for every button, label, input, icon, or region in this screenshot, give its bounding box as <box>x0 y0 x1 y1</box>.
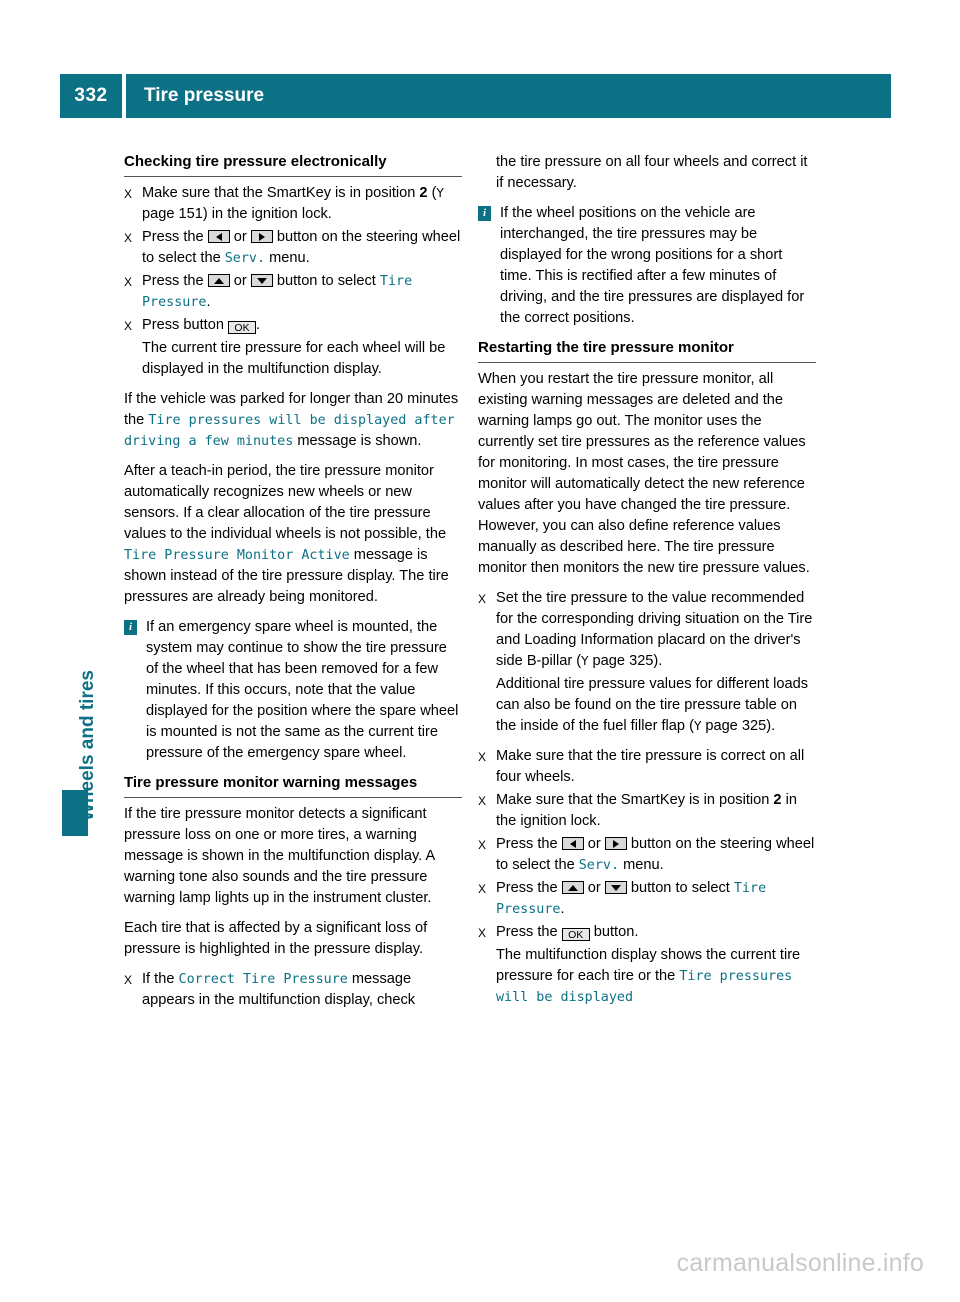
section-heading-restarting: Restarting the tire pressure monitor <box>478 338 816 363</box>
step-text-part: menu. <box>265 250 310 266</box>
step-text-part: menu. <box>619 857 664 873</box>
right-column: the tire pressure on all four wheels and… <box>478 152 816 1017</box>
step-text-part: or <box>229 273 251 289</box>
list-item: X Press the or button to select Tire Pre… <box>478 878 816 920</box>
step-text-bold: 2 <box>773 792 782 808</box>
page-ref-icon: Y <box>436 186 444 200</box>
step-text-part: . <box>206 294 211 310</box>
step-bullet-icon: X <box>124 319 133 333</box>
step-text-part: Make sure that the SmartKey is in positi… <box>496 792 774 808</box>
ok-button-icon: OK <box>228 321 256 334</box>
step-detail-text: Additional tire pressure values for diff… <box>478 674 816 737</box>
paragraph-teachin: After a teach-in period, the tire pressu… <box>124 461 462 608</box>
step-bullet-icon: X <box>124 231 133 245</box>
menu-name-serv: Serv. <box>224 251 266 266</box>
info-note-interchanged: i If the wheel positions on the vehicle … <box>478 203 816 329</box>
paragraph-part: After a teach-in period, the tire pressu… <box>124 463 447 542</box>
list-item: X Press the or button to select Tire Pre… <box>124 271 462 313</box>
step-bullet-icon: X <box>124 275 133 289</box>
page-number: 332 <box>60 74 122 118</box>
step-bullet-icon: X <box>478 926 487 940</box>
step-bullet-icon: X <box>478 794 487 808</box>
list-item: X Make sure that the SmartKey is in posi… <box>124 183 462 225</box>
paragraph-restart: When you restart the tire pressure monit… <box>478 371 810 576</box>
right-arrow-button-icon <box>604 837 627 850</box>
list-item: X Set the tire pressure to the value rec… <box>478 588 816 672</box>
step-bullet-icon: X <box>478 882 487 896</box>
list-item: X Press the or button on the steering wh… <box>478 834 816 876</box>
menu-name-serv: Serv. <box>578 858 620 873</box>
step-text-part: page 325). <box>588 653 663 669</box>
step-detail-text: The current tire pressure for each wheel… <box>142 340 446 377</box>
step-detail-text: The multifunction display shows the curr… <box>478 945 816 1008</box>
up-arrow-button-icon <box>207 274 230 287</box>
step-text-part: . <box>560 901 565 917</box>
list-item: X Press the OK button. <box>478 922 816 943</box>
step-text-part: . <box>256 317 261 333</box>
left-arrow-button-icon <box>207 230 230 243</box>
step-text-part: button. <box>589 924 639 940</box>
note-text: If an emergency spare wheel is mounted, … <box>146 619 459 761</box>
paragraph-parked: If the vehicle was parked for longer tha… <box>124 389 462 452</box>
list-item: X If the Correct Tire Pressure message a… <box>124 969 462 1011</box>
chapter-side-tab: Wheels and tires <box>62 560 98 840</box>
list-item: X Make sure that the tire pressure is co… <box>478 746 816 788</box>
page-header: 332 Tire pressure <box>60 74 891 118</box>
paragraph-part: message is shown. <box>293 433 422 449</box>
step-text-bold: 2 <box>419 185 428 201</box>
display-message-monitor-active: Tire Pressure Monitor Active <box>124 548 350 563</box>
step-text-part: or <box>229 229 251 245</box>
step-text-part: Press the <box>496 880 562 896</box>
down-arrow-button-icon <box>250 274 273 287</box>
step-bullet-icon: X <box>478 750 487 764</box>
list-item: X Press the or button on the steering wh… <box>124 227 462 269</box>
step-text-part: button to select <box>272 273 380 289</box>
step-detail-part: page 325). <box>701 718 776 734</box>
step-text-part: Press the <box>142 273 208 289</box>
step-text-part: page 151) in the ignition lock. <box>142 206 332 222</box>
page-title: Tire pressure <box>126 74 891 118</box>
list-item: X Make sure that the SmartKey is in posi… <box>478 790 816 832</box>
step-text-part: Press the <box>496 924 562 940</box>
watermark: carmanualsonline.info <box>676 1249 924 1277</box>
step-bullet-icon: X <box>478 592 487 606</box>
paragraph-warning-detect: If the tire pressure monitor detects a s… <box>124 806 435 906</box>
down-arrow-button-icon <box>604 881 627 894</box>
step-text-part: button to select <box>626 880 734 896</box>
step-text-part: or <box>583 880 605 896</box>
left-arrow-button-icon <box>561 837 584 850</box>
paragraph-warning-highlight: Each tire that is affected by a signific… <box>124 920 428 957</box>
step-text-part: Press button <box>142 317 228 333</box>
info-icon: i <box>124 620 137 635</box>
chapter-marker <box>62 790 88 836</box>
page-ref-icon: Y <box>581 654 589 668</box>
step-text-part: Press the <box>496 836 562 852</box>
note-text: If the wheel positions on the vehicle ar… <box>500 205 805 326</box>
step-text: Make sure that the tire pressure is corr… <box>496 748 805 785</box>
left-column: Checking tire pressure electronically X … <box>124 152 462 1013</box>
step-text-part: or <box>583 836 605 852</box>
step-text-part: Make sure that the SmartKey is in positi… <box>142 185 420 201</box>
ok-button-icon: OK <box>561 928 590 941</box>
step-bullet-icon: X <box>124 187 133 201</box>
step-bullet-icon: X <box>478 838 487 852</box>
right-arrow-button-icon <box>250 230 273 243</box>
list-item: X Press button OK. <box>124 315 462 336</box>
info-icon: i <box>478 206 491 221</box>
display-message-correct-tire-pressure: Correct Tire Pressure <box>178 972 348 987</box>
chapter-label: Wheels and tires <box>77 670 98 821</box>
up-arrow-button-icon <box>561 881 584 894</box>
step-text-part: If the <box>142 971 179 987</box>
section-heading-checking: Checking tire pressure electronically <box>124 152 462 177</box>
step-bullet-icon: X <box>124 973 133 987</box>
step-text-part: Press the <box>142 229 208 245</box>
info-note-spare-wheel: i If an emergency spare wheel is mounted… <box>124 617 462 764</box>
section-heading-warning-messages: Tire pressure monitor warning messages <box>124 773 462 798</box>
paragraph-continuation: the tire pressure on all four wheels and… <box>496 154 808 191</box>
